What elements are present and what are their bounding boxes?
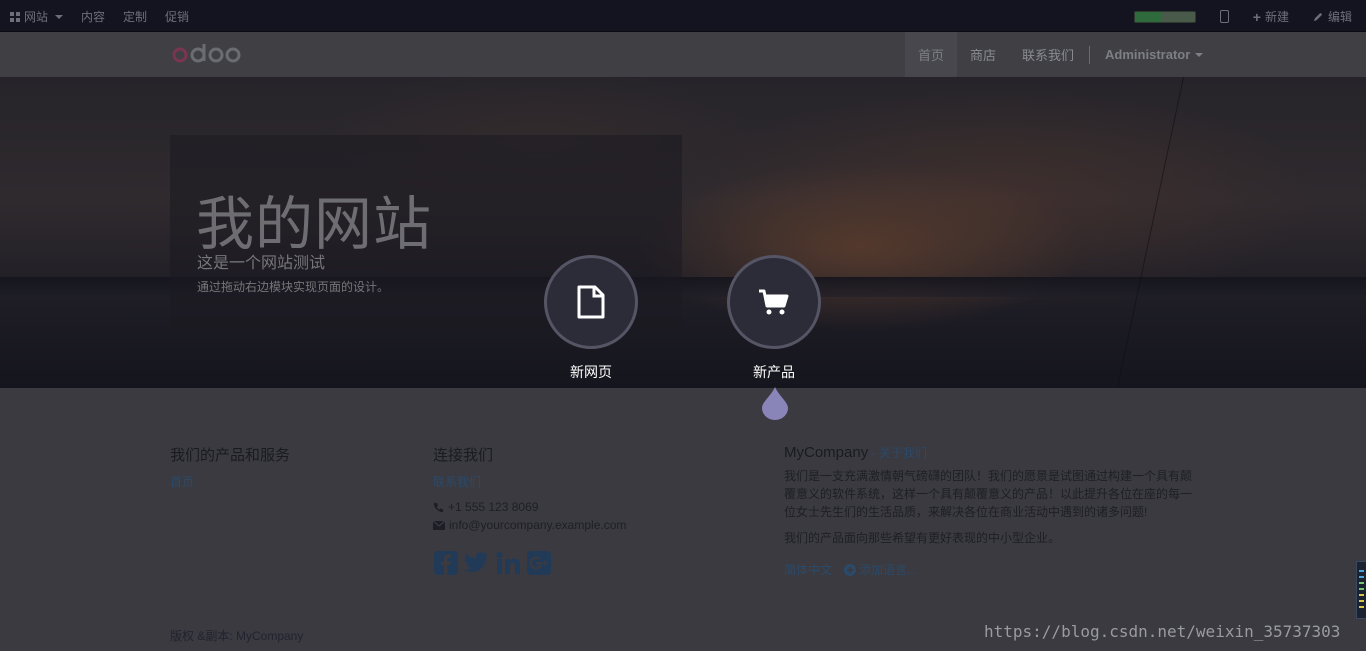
footer-copyright: 版权 &副本: MyCompany xyxy=(170,629,304,643)
footer-home-link[interactable]: 首页 xyxy=(170,473,290,490)
apps-grid-icon xyxy=(10,11,20,22)
content-menu-label: 内容 xyxy=(81,10,106,24)
add-language-label: 添加语言... xyxy=(859,563,918,577)
chevron-down-icon xyxy=(55,14,64,19)
footer-products-column: 我们的产品和服务 首页 xyxy=(170,444,290,490)
widget-bar xyxy=(1359,588,1364,590)
progress-fill xyxy=(1134,11,1162,22)
footer-email-address[interactable]: info@yourcompany.example.com xyxy=(449,516,626,534)
edit-button[interactable]: 编辑 xyxy=(1313,8,1352,25)
footer-contact-link[interactable]: 联系我们 xyxy=(433,473,626,490)
user-menu[interactable]: Administrator xyxy=(1092,47,1216,62)
new-product-action[interactable]: 新产品 xyxy=(724,255,824,382)
website-menu[interactable]: 网站 xyxy=(10,8,64,25)
footer-connect-heading: 连接我们 xyxy=(433,447,494,464)
footer-connect-column: 连接我们 联系我们 +1 555 123 8069 info@yourcompa… xyxy=(433,444,626,575)
nav-shop[interactable]: 商店 xyxy=(957,32,1009,77)
hero-banner: 我的网站 这是一个网站测试 通过拖动右边模块实现页面的设计。 xyxy=(0,77,1366,388)
envelope-icon xyxy=(433,520,445,530)
new-product-button[interactable] xyxy=(727,255,821,349)
plus-icon: + xyxy=(1252,8,1261,25)
social-links xyxy=(433,550,626,575)
odoo-logo-icon xyxy=(172,44,241,63)
site-navbar: 首页 商店 联系我们 Administrator xyxy=(0,32,1366,78)
mobile-preview-icon[interactable] xyxy=(1219,10,1229,23)
cursor-drop-icon xyxy=(762,387,788,420)
new-product-label: 新产品 xyxy=(753,364,795,380)
pencil-icon xyxy=(1313,12,1323,22)
content-menu[interactable]: 内容 xyxy=(81,8,105,25)
footer-company-name: MyCompany xyxy=(784,444,869,461)
nav-contact-label: 联系我们 xyxy=(1022,48,1075,63)
hero-description: 通过拖动右边模块实现页面的设计。 xyxy=(197,280,390,294)
new-page-label: 新网页 xyxy=(570,364,612,380)
side-audio-widget[interactable] xyxy=(1356,561,1366,619)
linkedin-icon[interactable] xyxy=(495,550,520,575)
customize-menu[interactable]: 定制 xyxy=(123,8,147,25)
language-link[interactable]: 简体中文 xyxy=(784,561,832,578)
widget-bar xyxy=(1359,582,1364,584)
widget-bar xyxy=(1359,606,1364,608)
google-plus-icon[interactable] xyxy=(526,550,551,575)
nav-contact[interactable]: 联系我们 xyxy=(1009,32,1087,77)
hero-mast xyxy=(1116,77,1185,388)
promote-menu[interactable]: 促销 xyxy=(165,8,189,25)
nav-home[interactable]: 首页 xyxy=(905,32,958,77)
phone-icon xyxy=(433,502,444,512)
widget-bar xyxy=(1359,600,1364,602)
file-icon xyxy=(577,285,605,319)
loading-progress-bar xyxy=(1133,10,1196,23)
watermark-text: https://blog.csdn.net/weixin_35737303 xyxy=(984,622,1341,641)
language-selector: 简体中文 添加语言... xyxy=(784,561,1196,578)
admin-bar: 网站 内容 定制 促销 + 新建 编辑 xyxy=(0,0,1366,32)
nav-shop-label: 商店 xyxy=(970,48,997,63)
new-button[interactable]: + 新建 xyxy=(1253,8,1289,25)
footer-email: info@yourcompany.example.com xyxy=(433,516,626,534)
user-name: Administrator xyxy=(1105,47,1191,62)
new-button-label: 新建 xyxy=(1264,10,1289,24)
hero-subtitle: 这是一个网站测试 xyxy=(197,255,326,272)
new-page-button[interactable] xyxy=(544,255,638,349)
website-menu-label: 网站 xyxy=(24,10,49,24)
new-page-action[interactable]: 新网页 xyxy=(541,255,641,382)
promote-menu-label: 促销 xyxy=(165,10,190,24)
footer-about-heading: MyCompany - 关于我们 xyxy=(784,444,1196,461)
footer-target-text: 我们的产品面向那些希望有更好表现的中小型企业。 xyxy=(784,531,1061,545)
footer-about-column: MyCompany - 关于我们 我们是一支充满激情朝气磅礴的团队！我们的愿景是… xyxy=(784,444,1196,578)
widget-bar xyxy=(1359,576,1364,578)
customize-menu-label: 定制 xyxy=(123,10,148,24)
add-language-button[interactable]: 添加语言... xyxy=(844,561,917,578)
nav-home-label: 首页 xyxy=(918,48,945,63)
footer-phone: +1 555 123 8069 xyxy=(433,498,626,516)
plus-circle-icon xyxy=(844,563,857,576)
widget-bar xyxy=(1359,594,1364,596)
chevron-down-icon xyxy=(1195,52,1204,57)
edit-button-label: 编辑 xyxy=(1327,10,1352,24)
footer-products-heading: 我们的产品和服务 xyxy=(170,447,291,464)
nav-divider xyxy=(1089,45,1091,64)
shopping-cart-icon xyxy=(759,289,789,315)
footer-about-text: 我们是一支充满激情朝气磅礴的团队！我们的愿景是试图通过构建一个具有颠覆意义的软件… xyxy=(784,469,1193,519)
footer-about-link[interactable]: - 关于我们 xyxy=(872,446,927,460)
brand-logo[interactable] xyxy=(172,42,242,69)
widget-bar xyxy=(1359,570,1364,572)
footer-phone-number: +1 555 123 8069 xyxy=(448,500,539,514)
facebook-icon[interactable] xyxy=(433,550,458,575)
twitter-icon[interactable] xyxy=(464,550,489,575)
